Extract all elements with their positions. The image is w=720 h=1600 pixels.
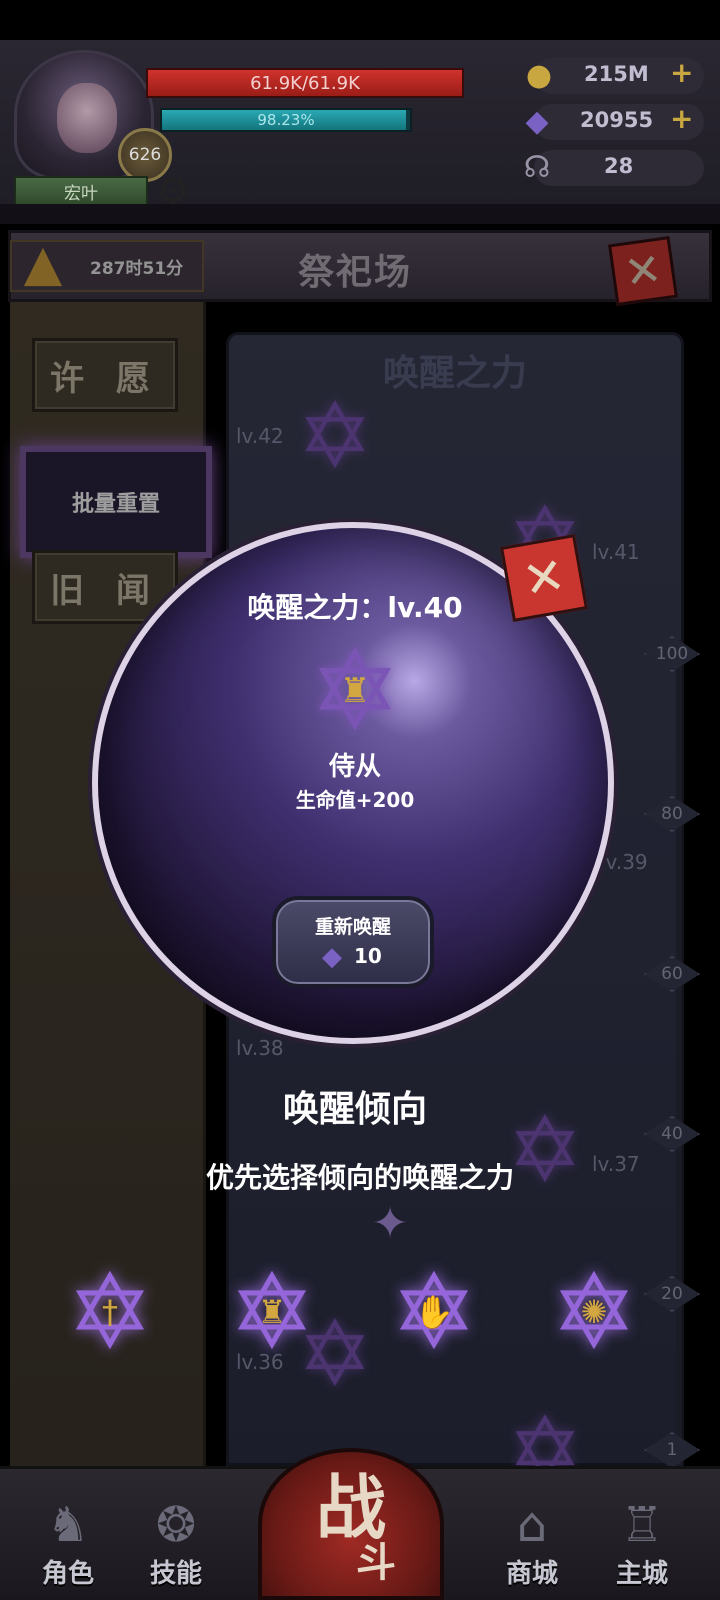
nav-shop[interactable]: ⌂ 商城 bbox=[486, 1480, 578, 1590]
nav-skill[interactable]: ❂ 技能 bbox=[130, 1480, 222, 1590]
awaken-power-effect: 生命值+200 bbox=[295, 788, 415, 812]
bias-option-swirl[interactable]: ✡ ✺ bbox=[542, 1260, 646, 1364]
nav-city-label: 主城 bbox=[615, 1559, 668, 1589]
nav-role-label: 角色 bbox=[41, 1559, 94, 1589]
hp-bar: 61.9K/61.9K bbox=[146, 68, 464, 98]
horn-value: 28 bbox=[604, 154, 634, 178]
fight-button-label: 战 bbox=[316, 1467, 386, 1549]
bias-option-hand[interactable]: ✡ ✋ bbox=[382, 1260, 486, 1364]
crystal-value: 20955 bbox=[580, 108, 654, 132]
hp-text: 61.9K/61.9K bbox=[250, 72, 360, 94]
swirl-icon: ✺ bbox=[580, 1293, 608, 1331]
nav-city[interactable]: ♖ 主城 bbox=[596, 1480, 688, 1590]
status-bar bbox=[0, 0, 720, 40]
reawaken-cost: 10 bbox=[354, 944, 382, 968]
crystal-icon: ◆ bbox=[525, 103, 549, 139]
header-ground bbox=[0, 204, 720, 224]
player-name: 宏叶 bbox=[14, 176, 148, 206]
gold-add-button[interactable]: + bbox=[670, 56, 693, 89]
bias-subtitle: 优先选择倾向的唤醒之力 bbox=[205, 1161, 514, 1194]
awaken-power-icon: ✡ ♜ bbox=[300, 636, 410, 746]
reawaken-button-label: 重新唤醒 bbox=[314, 916, 391, 938]
castle-icon: ♖ bbox=[620, 1497, 664, 1553]
avatar-face bbox=[57, 83, 117, 153]
hand-icon: ✋ bbox=[414, 1293, 454, 1331]
helmet-icon: ♞ bbox=[46, 1497, 90, 1553]
bias-option-strength[interactable]: ✡ ♜ bbox=[220, 1260, 324, 1364]
nav-shop-label: 商城 bbox=[505, 1559, 558, 1589]
ram-horn-icon: ☊ bbox=[523, 149, 551, 185]
swirl-skill-icon: ❂ bbox=[155, 1497, 197, 1553]
crystal-cost-icon: ◆ bbox=[322, 942, 342, 972]
crystal-add-button[interactable]: + bbox=[670, 102, 693, 135]
xp-text: 98.23% bbox=[257, 111, 315, 129]
popup-title: 唤醒之力：lv.40 bbox=[247, 591, 463, 624]
strongman-icon: ♜ bbox=[257, 1293, 287, 1331]
sparkle-icon: ✦ bbox=[371, 1198, 409, 1249]
sword-icon: † bbox=[102, 1293, 118, 1331]
bias-option-sword[interactable]: ✡ † bbox=[58, 1260, 162, 1364]
gold-value: 215M bbox=[584, 62, 649, 86]
reawaken-button[interactable] bbox=[272, 896, 434, 988]
nav-role[interactable]: ♞ 角色 bbox=[22, 1480, 114, 1590]
strongman-icon: ♜ bbox=[339, 671, 371, 711]
awaken-power-name: 侍从 bbox=[328, 752, 381, 782]
nav-skill-label: 技能 bbox=[149, 1559, 202, 1589]
gold-coin-icon: ● bbox=[525, 57, 553, 93]
bias-title: 唤醒倾向 bbox=[282, 1089, 427, 1130]
shop-icon: ⌂ bbox=[516, 1497, 548, 1553]
xp-bar: 98.23% bbox=[160, 108, 412, 132]
fight-button-sublabel: 斗 bbox=[356, 1540, 396, 1586]
